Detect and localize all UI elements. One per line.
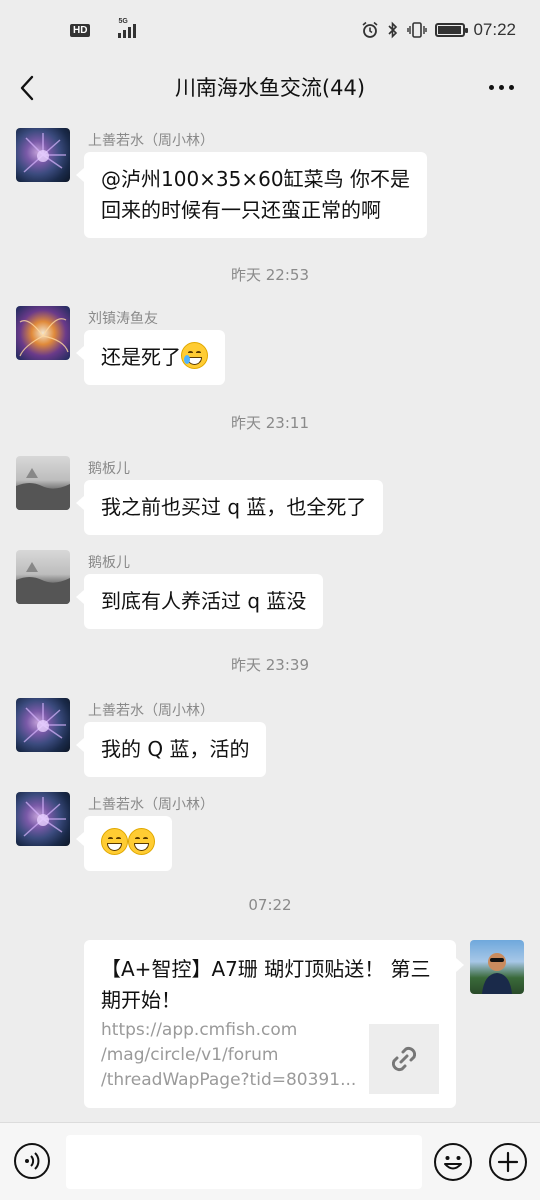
sender-name: 鹅板儿 <box>88 461 130 477</box>
plus-icon[interactable] <box>489 1143 527 1181</box>
hd-badge: HD <box>70 23 91 37</box>
link-url-line: /mag/circle/v1/forum <box>101 1045 279 1065</box>
chat-title: 川南海水鱼交流(44) <box>174 76 366 100</box>
message-text: 我的 Q 蓝，活的 <box>101 737 250 761</box>
timestamp-separator: 07:22 <box>248 896 292 914</box>
clock: 07:22 <box>473 20 516 39</box>
avatar[interactable] <box>16 306 70 360</box>
crying-laughing-emoji-icon <box>181 342 208 369</box>
avatar[interactable] <box>16 128 70 182</box>
avatar[interactable] <box>16 698 70 752</box>
chat-header: 川南海水鱼交流(44) <box>0 60 540 116</box>
message-text: 到底有人养活过 q 蓝没 <box>101 589 307 613</box>
emoji-icon[interactable] <box>434 1143 472 1181</box>
bluetooth-icon <box>388 21 398 39</box>
link-title: 【A+智控】A7珊 瑚灯顶贴送！ 第三期开始！ <box>101 957 431 1012</box>
input-bar <box>0 1122 540 1200</box>
sender-name: 上善若水（周小林） <box>88 797 214 813</box>
link-card[interactable]: 【A+智控】A7珊 瑚灯顶贴送！ 第三期开始！ https://app.cmfi… <box>84 940 464 1108</box>
timestamp-separator: 昨天 23:11 <box>231 414 309 432</box>
message-bubble[interactable]: 我的 Q 蓝，活的 <box>75 722 267 777</box>
message-bubble[interactable]: 还是死了 <box>76 330 225 385</box>
voice-icon[interactable] <box>14 1143 50 1179</box>
message-bubble[interactable]: @泸州100×35×60缸菜鸟 你不是 回来的时候有一只还蛮正常的啊 <box>76 152 427 238</box>
sender-name: 鹅板儿 <box>88 555 130 571</box>
message-bubble[interactable]: 我之前也买过 q 蓝，也全死了 <box>75 480 384 535</box>
link-thumbnail <box>369 1024 439 1094</box>
message-bubble[interactable]: 到底有人养活过 q 蓝没 <box>75 574 324 629</box>
avatar[interactable] <box>16 550 70 604</box>
status-bar: HD 5G 07:22 <box>0 0 540 60</box>
timestamp-separator: 昨天 23:39 <box>231 656 309 674</box>
sender-name: 上善若水（周小林） <box>88 133 214 149</box>
avatar[interactable] <box>16 456 70 510</box>
avatar[interactable] <box>470 940 524 994</box>
signal-icon: 5G <box>96 18 137 38</box>
sender-name: 刘镇涛鱼友 <box>88 311 158 327</box>
sender-name: 上善若水（周小林） <box>88 703 214 719</box>
battery-icon <box>435 23 469 37</box>
message-text-line: 回来的时候有一只还蛮正常的啊 <box>101 198 381 222</box>
message-bubble[interactable] <box>76 816 172 871</box>
message-text: 还是死了 <box>101 345 181 369</box>
timestamp-separator: 昨天 22:53 <box>231 266 309 284</box>
link-url-line: https://app.cmfish.com <box>101 1020 298 1040</box>
network-status: HD 5G <box>70 18 137 38</box>
message-text-line: @泸州100×35×60缸菜鸟 你不是 <box>101 167 410 191</box>
avatar[interactable] <box>16 792 70 846</box>
system-icons: 07:22 <box>361 20 516 40</box>
vibrate-icon <box>407 22 428 38</box>
more-dots-icon[interactable] <box>489 85 514 90</box>
message-list[interactable]: 上善若水（周小林） @泸州100×35×60缸菜鸟 你不是 回来的时候有一只还蛮… <box>0 116 540 1122</box>
grinning-emoji-icon <box>128 828 155 855</box>
link-url-line: /threadWapPage?tid=80391... <box>101 1070 357 1090</box>
link-url: https://app.cmfish.com /mag/circle/v1/fo… <box>101 1018 361 1093</box>
grinning-emoji-icon <box>101 828 128 855</box>
alarm-icon <box>362 21 378 38</box>
link-icon <box>391 1046 417 1072</box>
message-text: 我之前也买过 q 蓝，也全死了 <box>101 495 367 519</box>
message-input[interactable] <box>66 1135 422 1189</box>
